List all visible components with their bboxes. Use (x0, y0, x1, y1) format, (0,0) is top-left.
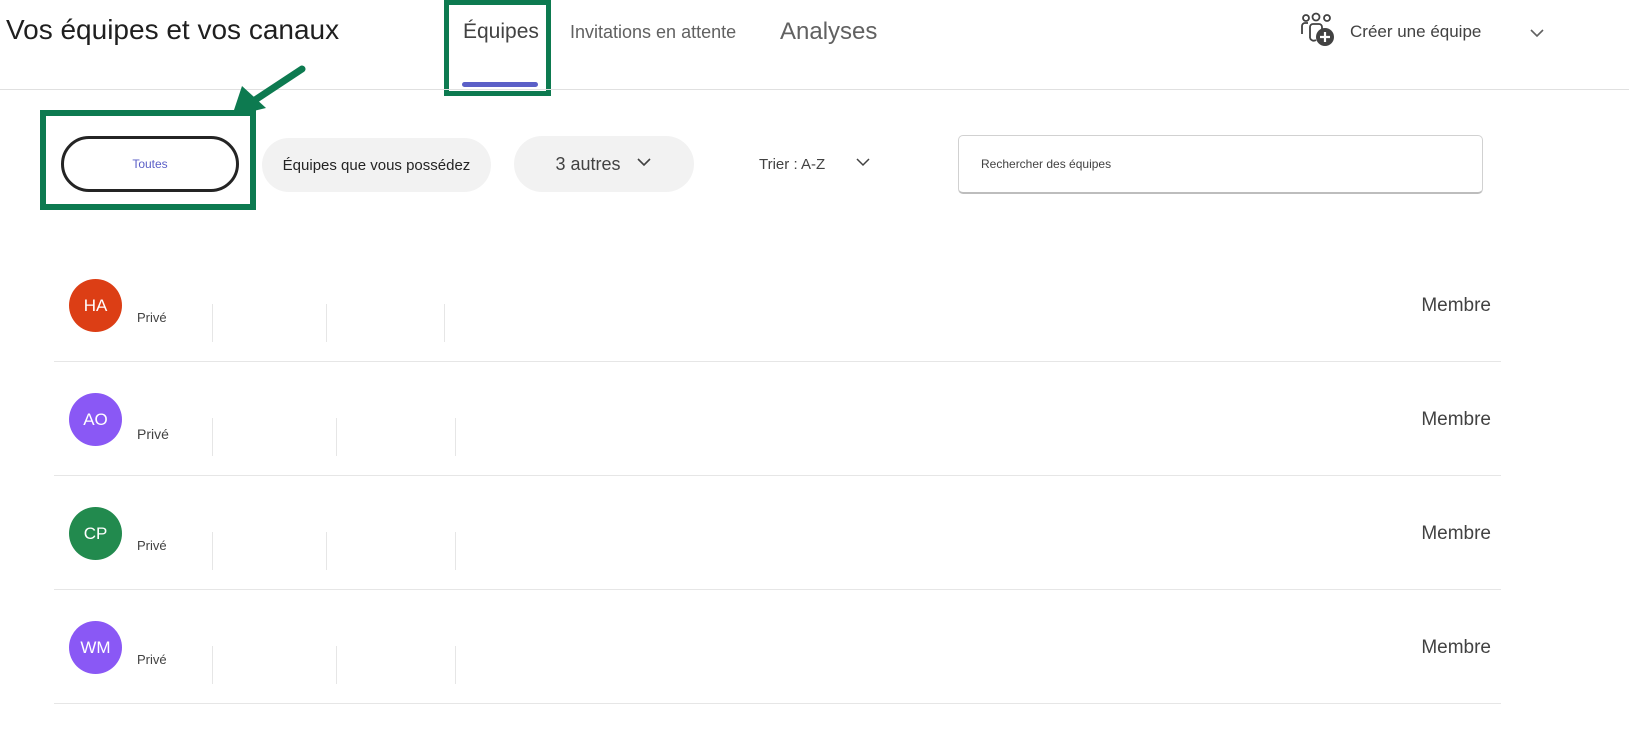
create-team-button[interactable]: Créer une équipe (1300, 12, 1482, 53)
divider (326, 532, 327, 570)
role-label: Membre (1421, 295, 1491, 316)
tab-pending-invitations[interactable]: Invitations en attente (570, 22, 736, 43)
divider (336, 646, 337, 684)
search-teams-field[interactable] (958, 135, 1483, 194)
people-add-icon (1300, 12, 1336, 53)
avatar: HA (69, 279, 122, 332)
role-label: Membre (1421, 409, 1491, 430)
role-label: Membre (1421, 523, 1491, 544)
divider (212, 418, 213, 456)
team-row[interactable]: CP Privé Membre (54, 476, 1501, 590)
team-row[interactable]: WM Privé Membre (54, 590, 1501, 704)
privacy-label: Privé (137, 652, 167, 667)
privacy-label: Privé (137, 426, 169, 442)
filter-all-button[interactable]: Toutes (61, 136, 239, 192)
chevron-down-icon (855, 154, 871, 175)
divider (212, 304, 213, 342)
divider (444, 304, 445, 342)
team-row[interactable]: HA Privé Membre (54, 248, 1501, 362)
search-input[interactable] (959, 136, 1482, 192)
divider (336, 418, 337, 456)
create-team-label: Créer une équipe (1350, 22, 1482, 41)
divider (212, 532, 213, 570)
avatar: AO (69, 393, 122, 446)
chevron-down-icon[interactable] (1528, 24, 1546, 47)
divider (212, 646, 213, 684)
privacy-label: Privé (137, 310, 167, 325)
divider (455, 646, 456, 684)
divider (326, 304, 327, 342)
page-title: Vos équipes et vos canaux (6, 14, 340, 45)
filter-others-label: 3 autres (555, 153, 621, 174)
tab-analytics[interactable]: Analyses (780, 18, 877, 46)
chevron-down-icon (635, 153, 653, 176)
role-label: Membre (1421, 637, 1491, 658)
filter-owned-button[interactable]: Équipes que vous possédez (262, 138, 491, 192)
sort-dropdown[interactable]: Trier : A-Z (759, 154, 871, 175)
sort-label: Trier : A-Z (759, 156, 826, 173)
tab-highlight-box (444, 0, 551, 96)
avatar: CP (69, 507, 122, 560)
divider (455, 418, 456, 456)
team-row[interactable]: AO Privé Membre (54, 362, 1501, 476)
filter-others-dropdown[interactable]: 3 autres (514, 136, 694, 192)
avatar: WM (69, 621, 122, 674)
divider (455, 532, 456, 570)
privacy-label: Privé (137, 538, 167, 553)
